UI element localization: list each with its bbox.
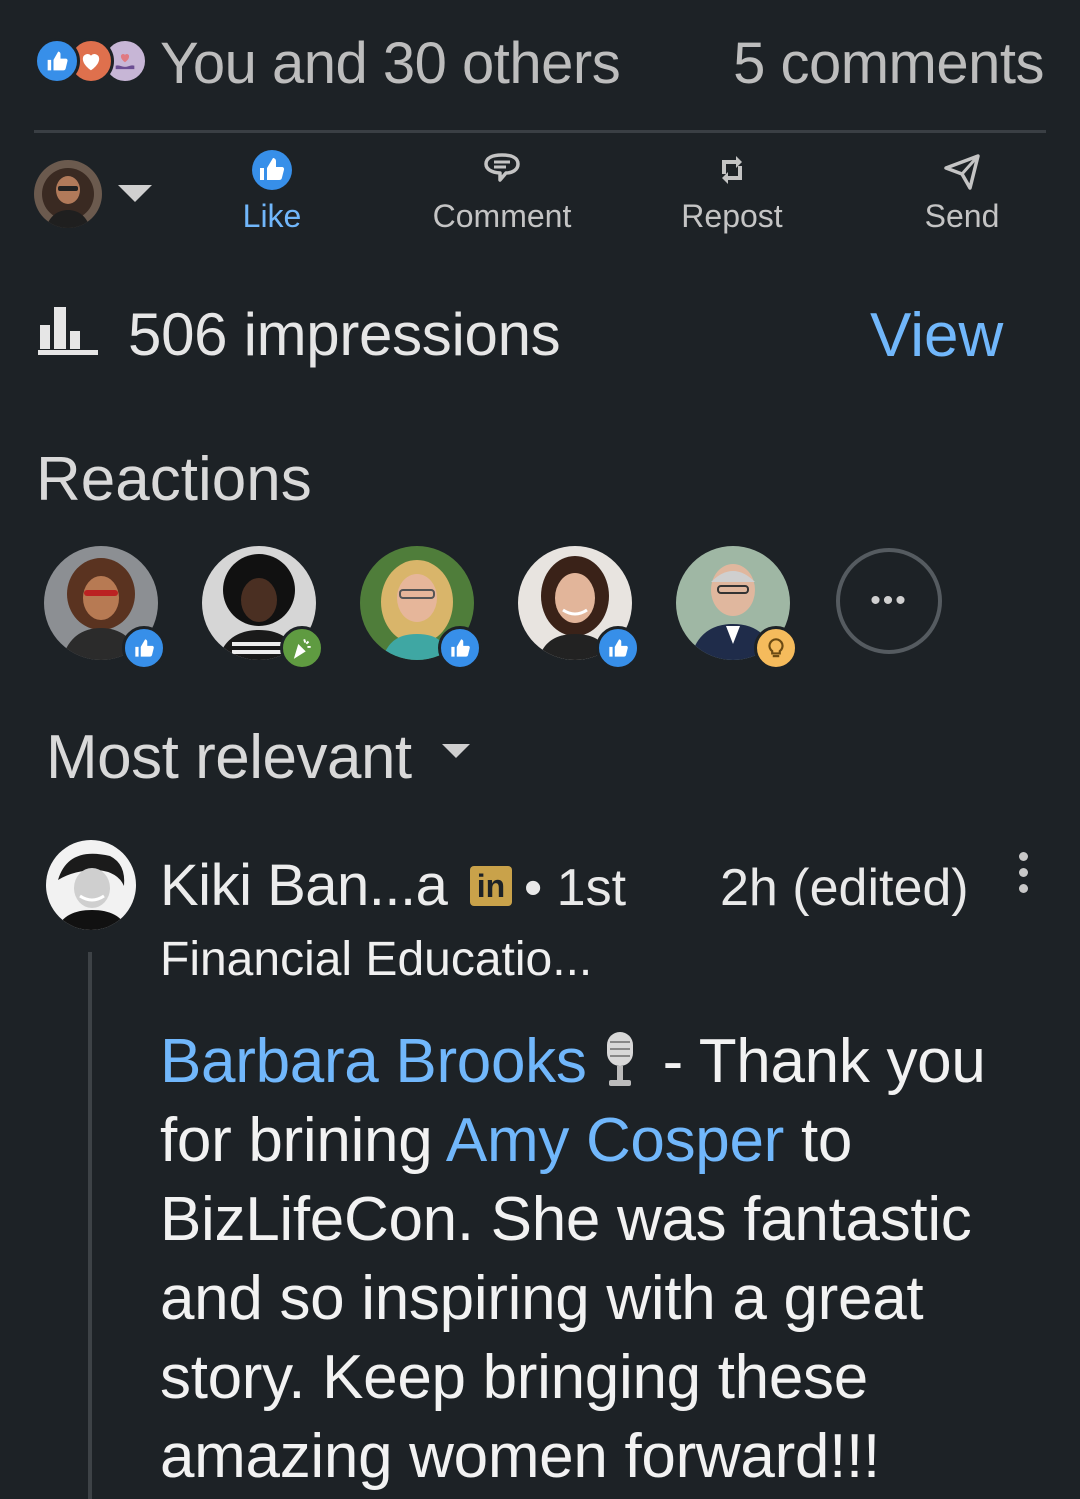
microphone-icon: [601, 1030, 639, 1090]
more-options-icon[interactable]: [1008, 852, 1038, 900]
more-reactions-button[interactable]: •••: [836, 548, 942, 654]
divider: [34, 130, 1046, 133]
like-icon: [438, 626, 482, 670]
reactions-heading: Reactions: [36, 445, 312, 514]
reactors-summary[interactable]: You and 30 others: [160, 30, 621, 97]
connection-degree: • 1st: [524, 859, 627, 917]
commenter-headline: Financial Educatio...: [160, 933, 593, 986]
chevron-down-icon[interactable]: [442, 744, 470, 758]
comments-count[interactable]: 5 comments: [733, 30, 1044, 97]
reactor-avatar[interactable]: [518, 546, 640, 670]
comment-text: Barbara Brooks - Thank you for brining Am…: [160, 1022, 1040, 1496]
bar-chart-icon: [38, 303, 100, 355]
like-button[interactable]: Like: [172, 148, 372, 248]
like-icon: [122, 626, 166, 670]
like-icon: [596, 626, 640, 670]
mention-link[interactable]: Amy Cosper: [446, 1106, 784, 1175]
comment-label: Comment: [432, 198, 572, 234]
reactor-avatar[interactable]: [360, 546, 482, 670]
like-icon: [252, 150, 292, 190]
commenter-name[interactable]: Kiki Ban...a: [160, 852, 448, 919]
comment-timestamp: 2h (edited): [720, 859, 969, 917]
chevron-down-icon[interactable]: [118, 185, 152, 202]
insightful-icon: [754, 626, 798, 670]
send-label: Send: [924, 198, 1000, 234]
reaction-icons[interactable]: [34, 38, 150, 86]
like-label: Like: [242, 198, 302, 234]
send-button[interactable]: Send: [862, 148, 1062, 248]
reactor-avatar[interactable]: [676, 546, 798, 670]
linkedin-badge-icon: in: [470, 866, 512, 906]
comment-icon: [484, 153, 520, 182]
avatar[interactable]: [34, 160, 102, 228]
celebrate-icon: [280, 626, 324, 670]
impressions-count: 506 impressions: [128, 301, 561, 368]
repost-icon: [722, 156, 742, 184]
sort-dropdown[interactable]: Most relevant: [46, 722, 412, 793]
view-analytics-link[interactable]: View: [870, 300, 1003, 371]
mention-link[interactable]: Barbara Brooks: [160, 1027, 587, 1096]
repost-button[interactable]: Repost: [632, 148, 832, 248]
reactor-avatar[interactable]: [44, 546, 166, 670]
send-icon: [944, 154, 980, 190]
like-icon: [34, 38, 80, 84]
comment-button[interactable]: Comment: [402, 148, 602, 248]
thread-line: [88, 952, 92, 1499]
repost-label: Repost: [681, 198, 783, 234]
commenter-avatar[interactable]: [46, 840, 136, 930]
reactor-avatar[interactable]: [202, 546, 324, 670]
